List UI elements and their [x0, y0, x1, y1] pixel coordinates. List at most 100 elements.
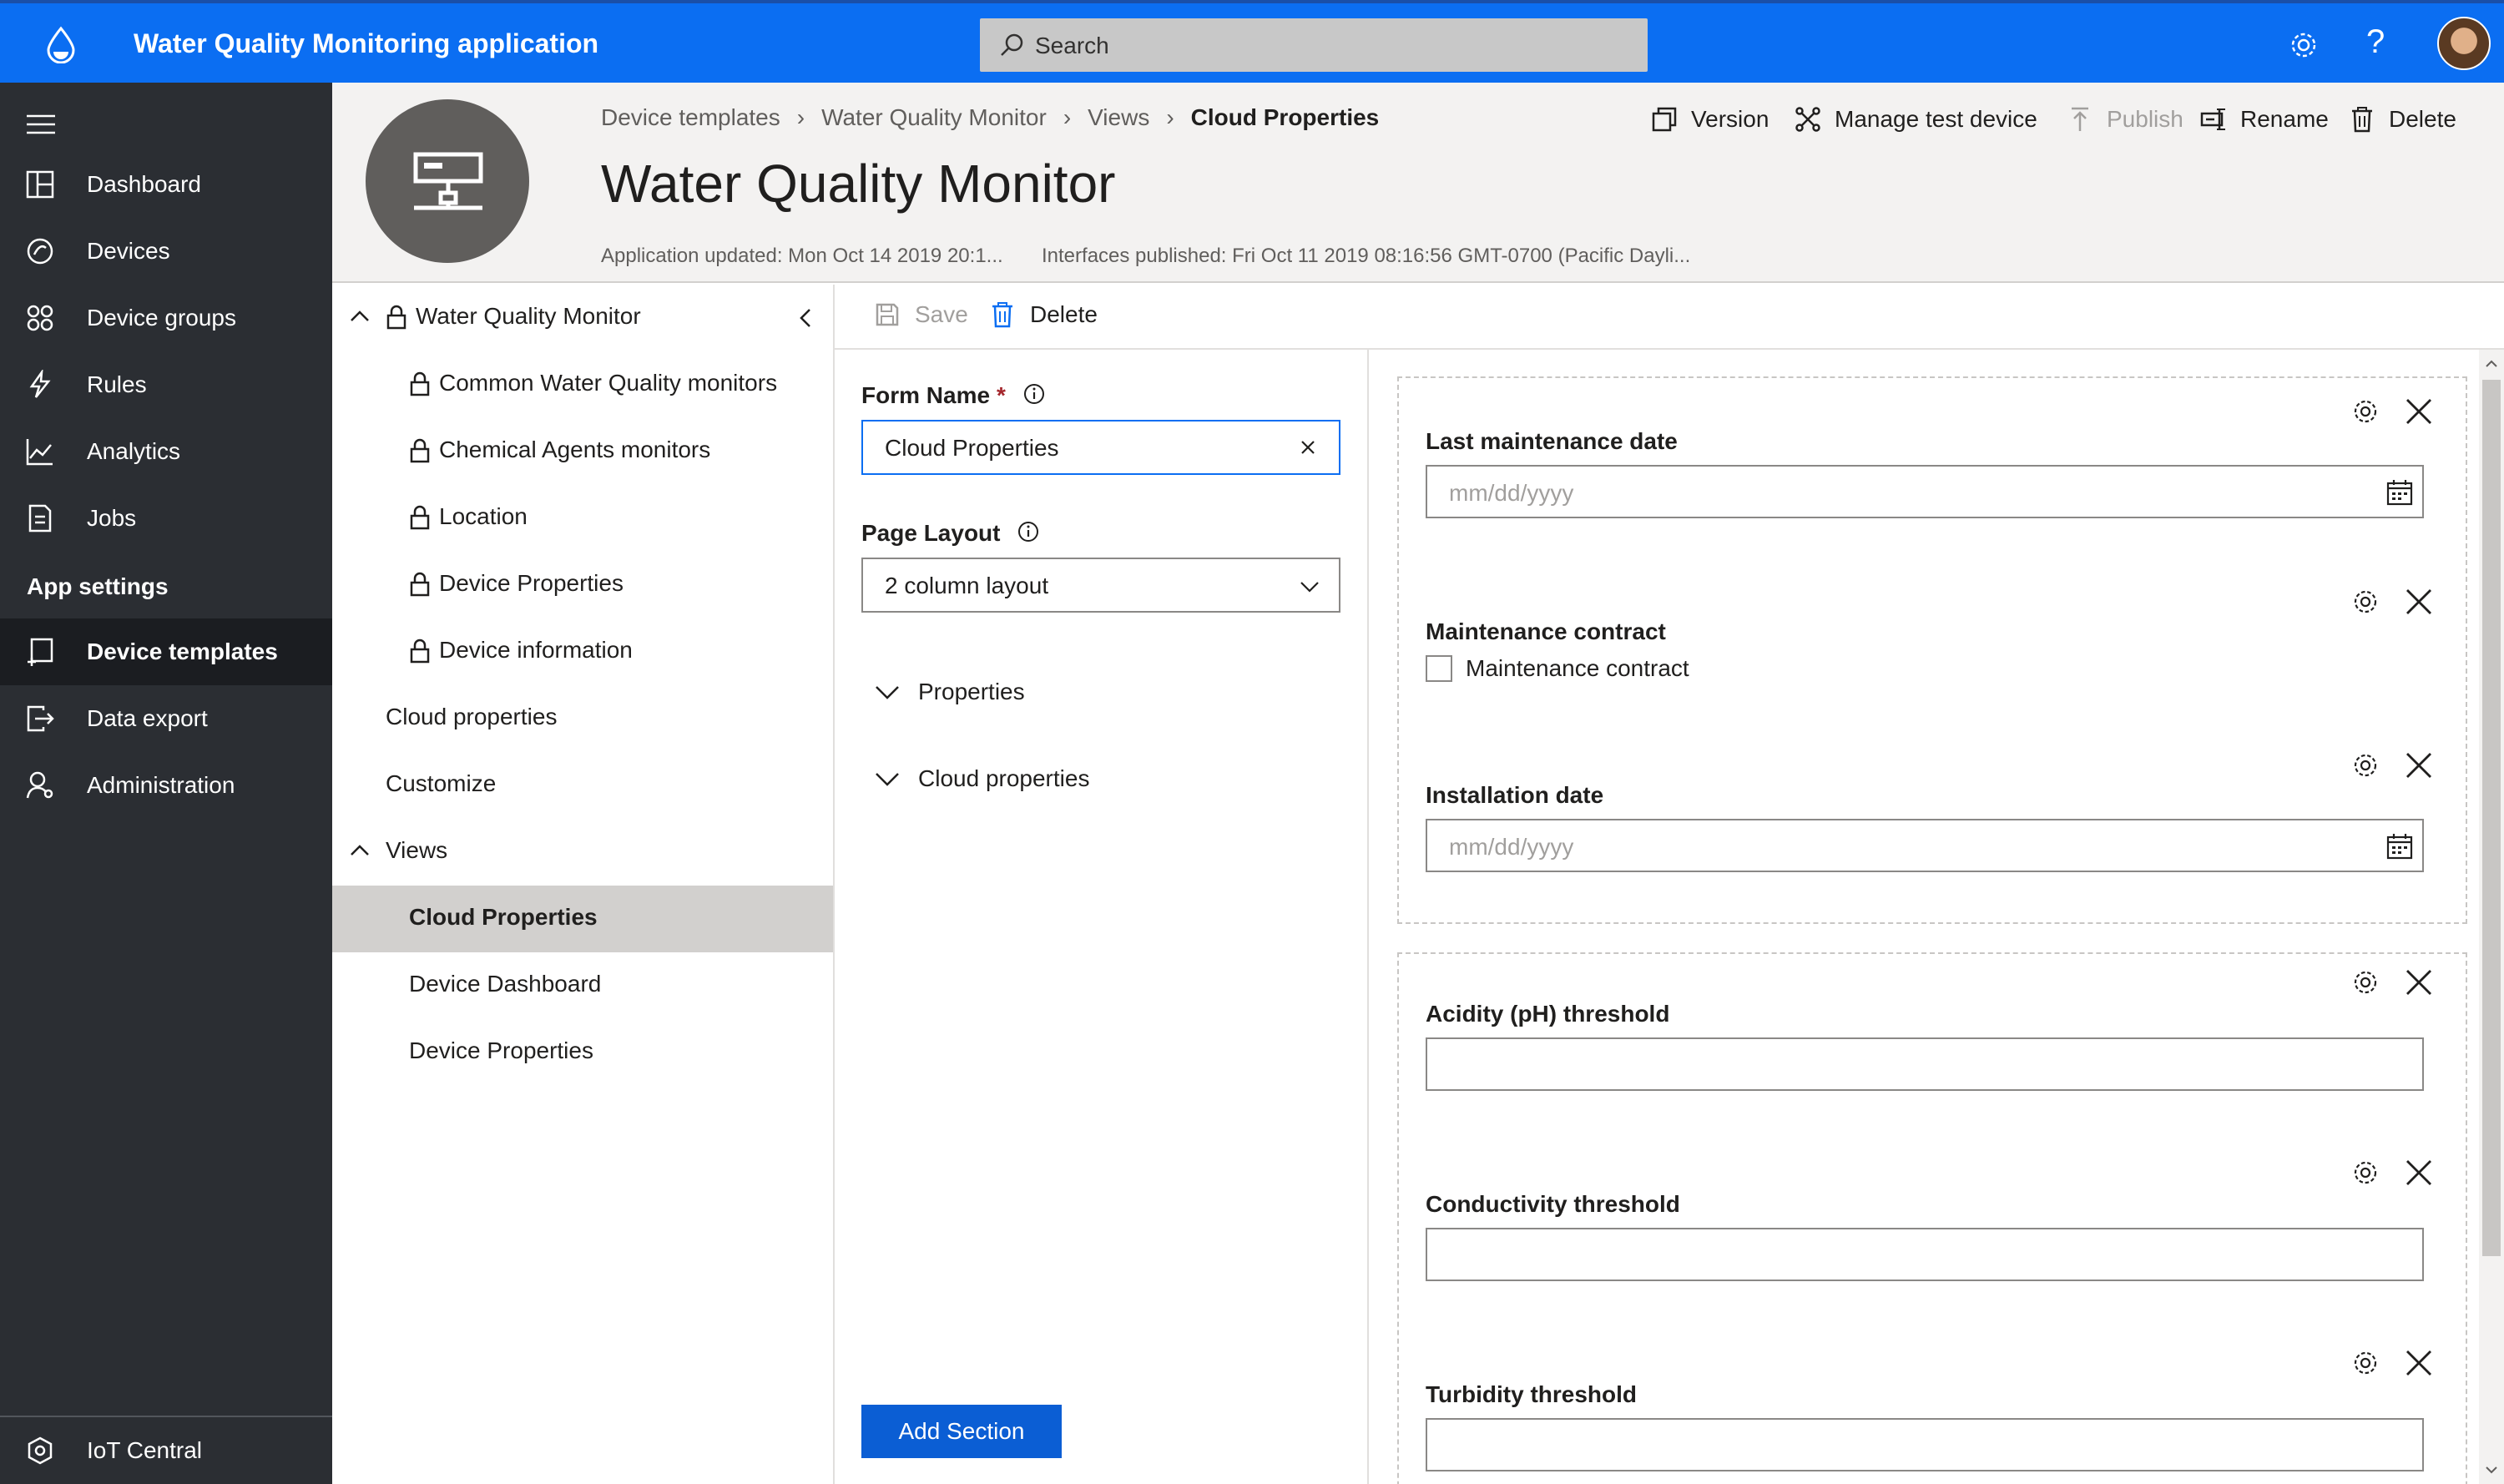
close-icon[interactable]	[2404, 1348, 2434, 1378]
canvas-section[interactable]: Last maintenance date mm/dd/yyyy Mainten…	[1397, 376, 2467, 924]
breadcrumb-device-templates[interactable]: Device templates	[601, 104, 780, 131]
tree-item-label: Location	[439, 503, 528, 529]
add-section-button[interactable]: Add Section	[861, 1405, 1062, 1458]
close-icon[interactable]	[2404, 587, 2434, 617]
nav-item-device-groups[interactable]: Device groups	[0, 285, 332, 351]
tree-item-cloud-properties[interactable]: Cloud properties	[332, 685, 833, 752]
nav-item-label: Device groups	[87, 305, 236, 331]
tree-item-label: Common Water Quality monitors	[439, 370, 778, 396]
publish-button[interactable]: Publish	[2067, 101, 2183, 138]
nav-item-analytics[interactable]: Analytics	[0, 418, 332, 485]
canvas-section[interactable]: Acidity (pH) threshold Conductivity thre…	[1397, 952, 2467, 1484]
lock-icon	[410, 572, 430, 597]
rename-button[interactable]: Rename	[2200, 101, 2329, 138]
tree-item-view-cloud-properties[interactable]: Cloud Properties	[332, 886, 833, 952]
tree-item-views[interactable]: Views	[332, 819, 833, 886]
gear-icon[interactable]	[2350, 1158, 2380, 1188]
installation-date-input[interactable]: mm/dd/yyyy	[1426, 819, 2424, 872]
cloud-properties-expander[interactable]: Cloud properties	[873, 765, 1089, 793]
close-icon[interactable]	[2404, 750, 2434, 780]
close-icon[interactable]	[2404, 1158, 2434, 1188]
chevron-up-icon[interactable]	[349, 308, 371, 325]
collapse-panel-icon[interactable]	[796, 306, 815, 330]
gear-icon[interactable]	[2350, 1348, 2380, 1378]
properties-expander[interactable]: Properties	[873, 678, 1025, 706]
nav-footer-label: IoT Central	[87, 1437, 202, 1463]
tree-item-interface[interactable]: Device Properties	[332, 552, 833, 618]
nav-item-devices[interactable]: Devices	[0, 218, 332, 285]
scrollbar-thumb[interactable]	[2482, 380, 2501, 1256]
acidity-threshold-input[interactable]	[1426, 1037, 2424, 1091]
tree-item-label: Customize	[386, 770, 497, 796]
field-label-acidity-threshold: Acidity (pH) threshold	[1426, 1001, 1670, 1027]
breadcrumb-water-quality-monitor[interactable]: Water Quality Monitor	[821, 104, 1047, 131]
close-icon[interactable]	[2404, 396, 2434, 427]
conductivity-threshold-input[interactable]	[1426, 1228, 2424, 1281]
tree-item-label: Cloud Properties	[409, 904, 598, 930]
gear-icon[interactable]	[2350, 750, 2380, 780]
form-name-value: Cloud Properties	[885, 435, 1059, 461]
tree-item-label: Views	[386, 837, 448, 863]
tree-item-interface[interactable]: Chemical Agents monitors	[332, 418, 833, 485]
calendar-icon[interactable]	[2385, 832, 2414, 861]
app-title[interactable]: Water Quality Monitoring application	[134, 28, 598, 59]
help-icon[interactable]: ?	[2366, 23, 2385, 61]
clear-icon[interactable]	[1295, 435, 1320, 460]
search-input[interactable]: Search	[980, 18, 1648, 72]
gear-icon[interactable]	[2350, 587, 2380, 617]
info-icon[interactable]	[1022, 382, 1046, 406]
delete-label: Delete	[2389, 106, 2456, 132]
chevron-up-icon[interactable]	[349, 842, 371, 859]
nav-item-rules[interactable]: Rules	[0, 351, 332, 418]
delete-template-button[interactable]: Delete	[2349, 101, 2456, 138]
gear-icon[interactable]	[2287, 28, 2320, 62]
page-layout-dropdown[interactable]: 2 column layout	[861, 558, 1340, 613]
version-button[interactable]: Version	[1651, 101, 1769, 138]
nav-item-jobs[interactable]: Jobs	[0, 485, 332, 552]
calendar-icon[interactable]	[2385, 478, 2414, 507]
gear-icon[interactable]	[2350, 396, 2380, 427]
tree-item-label: Device Dashboard	[409, 971, 602, 997]
nav-item-iot-central[interactable]: IoT Central	[0, 1417, 332, 1484]
hamburger-menu-icon[interactable]	[27, 114, 55, 134]
manage-test-device-button[interactable]: Manage test device	[1795, 101, 2037, 138]
nav-item-administration[interactable]: Administration	[0, 752, 332, 819]
tree-item-customize[interactable]: Customize	[332, 752, 833, 819]
tree-item-interface[interactable]: Device information	[332, 618, 833, 685]
iot-central-icon	[28, 1436, 53, 1465]
form-name-input[interactable]: Cloud Properties	[861, 420, 1340, 475]
tree-item-interface[interactable]: Location	[332, 485, 833, 552]
application-updated-text: Application updated: Mon Oct 14 2019 20:…	[601, 245, 1003, 267]
scroll-down-icon[interactable]	[2484, 1462, 2499, 1477]
nav-item-dashboard[interactable]: Dashboard	[0, 151, 332, 218]
chevron-right-icon: ›	[1166, 104, 1174, 130]
rename-label: Rename	[2240, 106, 2329, 132]
left-navigation: Dashboard Devices Device groups Rules An…	[0, 83, 332, 1484]
tree-item-view-device-properties[interactable]: Device Properties	[332, 1019, 833, 1086]
date-placeholder: mm/dd/yyyy	[1449, 834, 1574, 860]
water-drop-icon[interactable]	[42, 25, 80, 63]
nav-item-label: Device templates	[87, 639, 278, 664]
canvas-scrollbar[interactable]	[2479, 350, 2504, 1484]
nav-item-label: Jobs	[87, 505, 137, 531]
scroll-up-icon[interactable]	[2484, 356, 2499, 371]
turbidity-threshold-input[interactable]	[1426, 1418, 2424, 1471]
info-icon[interactable]	[1017, 520, 1040, 543]
last-maintenance-date-input[interactable]: mm/dd/yyyy	[1426, 465, 2424, 518]
close-icon[interactable]	[2404, 967, 2434, 997]
breadcrumb-views[interactable]: Views	[1088, 104, 1149, 131]
breadcrumb: Device templates › Water Quality Monitor › V…	[601, 104, 1379, 131]
save-button[interactable]: Save	[875, 301, 968, 328]
nav-item-device-templates[interactable]: Device templates	[0, 618, 332, 685]
nav-item-data-export[interactable]: Data export	[0, 685, 332, 752]
tree-root-water-quality-monitor[interactable]: Water Quality Monitor	[332, 285, 833, 351]
field-label-conductivity-threshold: Conductivity threshold	[1426, 1191, 1680, 1217]
maintenance-contract-checkbox[interactable]	[1426, 655, 1452, 682]
trash-icon	[2352, 107, 2372, 133]
tree-item-view-device-dashboard[interactable]: Device Dashboard	[332, 952, 833, 1019]
field-label-last-maintenance-date: Last maintenance date	[1426, 428, 1678, 454]
avatar[interactable]	[2437, 17, 2491, 70]
tree-item-interface[interactable]: Common Water Quality monitors	[332, 351, 833, 418]
gear-icon[interactable]	[2350, 967, 2380, 997]
delete-view-button[interactable]: Delete	[990, 301, 1098, 328]
